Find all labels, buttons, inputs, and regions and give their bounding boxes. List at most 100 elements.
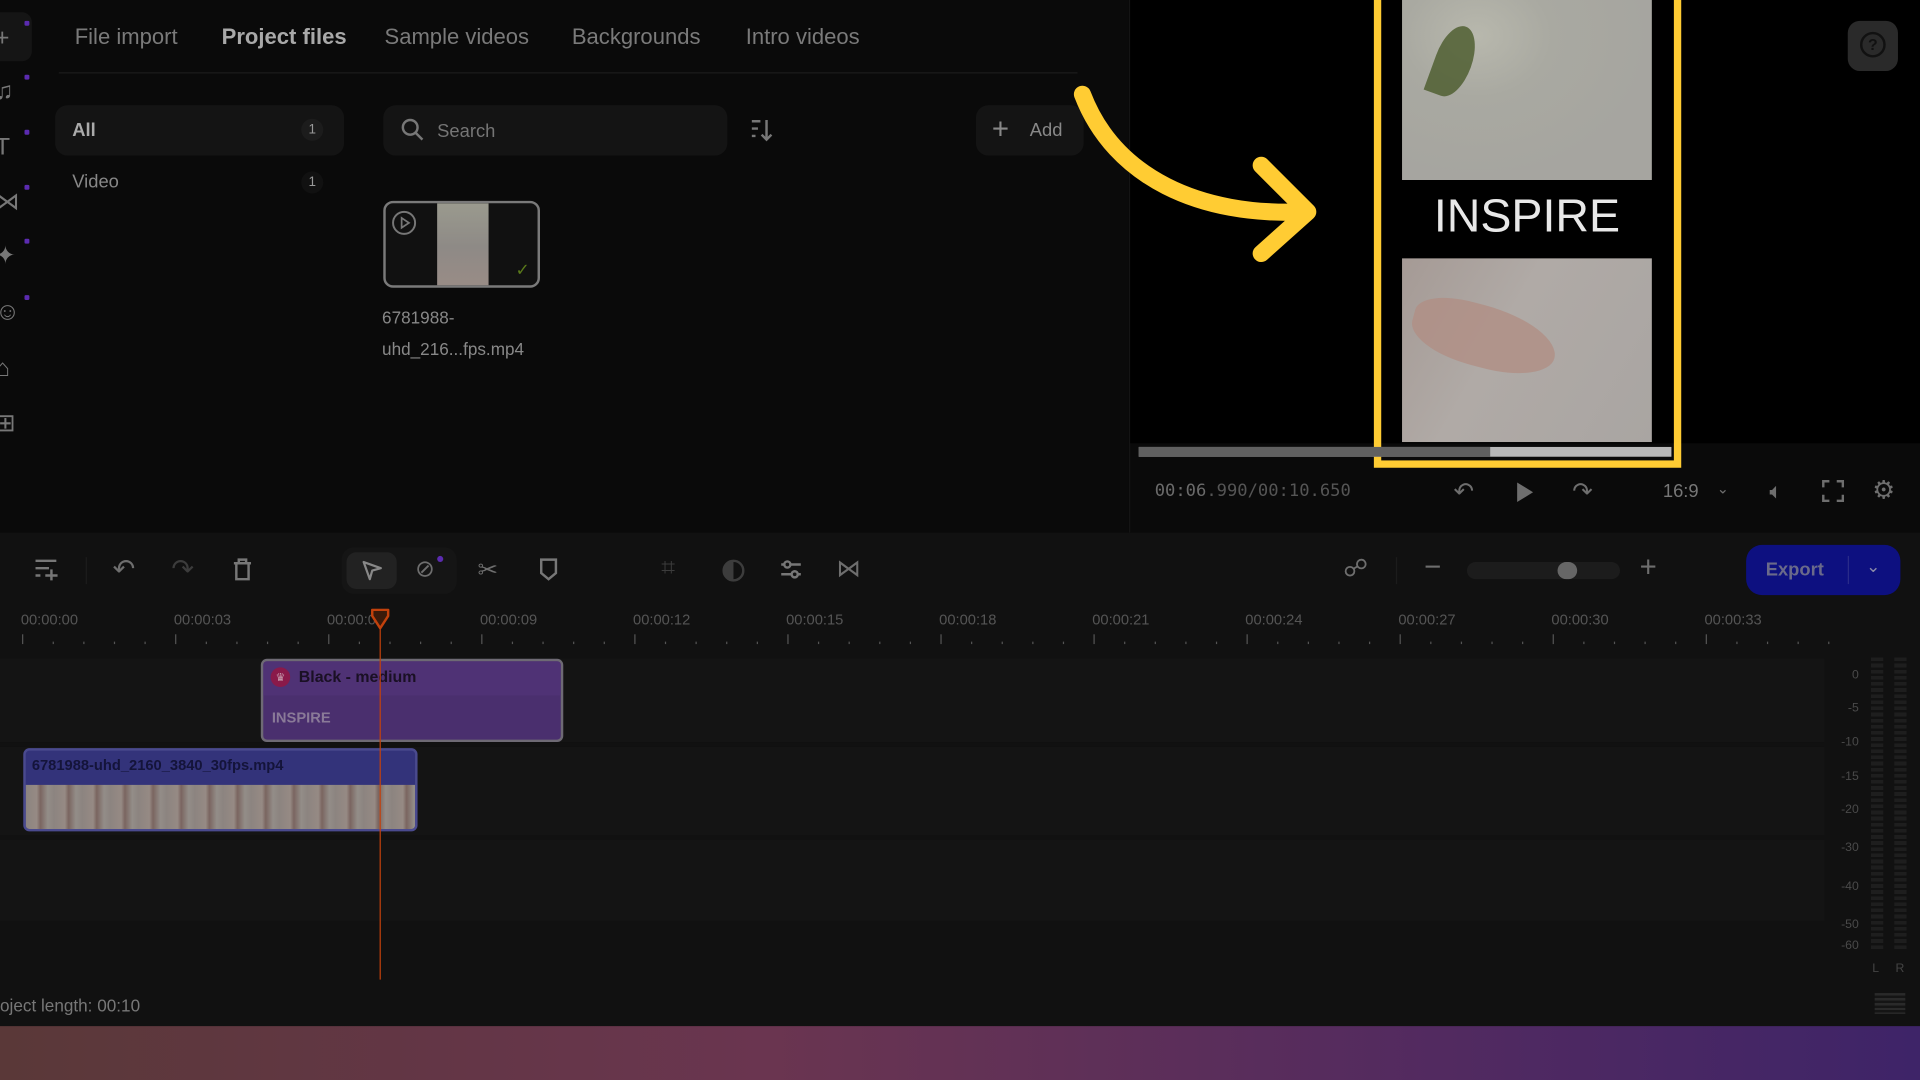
- toolbar-divider: [1395, 557, 1398, 585]
- video-editor: + ♫ T ⋈ ✦ ☺ ⌂ ⊞ File import Project file…: [0, 0, 1920, 1080]
- color-adjust-icon[interactable]: [721, 558, 745, 582]
- zoom-slider-thumb[interactable]: [1557, 562, 1578, 580]
- marker-icon[interactable]: [539, 557, 559, 581]
- media-thumbnail[interactable]: ✓: [383, 200, 541, 288]
- ruler-tick: [1154, 641, 1156, 645]
- ruler-tick: [971, 641, 973, 645]
- add-track-icon[interactable]: [34, 557, 58, 581]
- search-box[interactable]: [383, 105, 728, 156]
- chevron-down-icon[interactable]: ⌄: [1866, 556, 1880, 577]
- select-tool-button[interactable]: [346, 552, 397, 589]
- link-icon[interactable]: ☍: [1343, 553, 1368, 584]
- gear-icon[interactable]: ⚙: [1872, 475, 1895, 506]
- filename-line: uhd_216...fps.mp4: [382, 339, 525, 359]
- template-icon[interactable]: ⌂: [0, 354, 24, 383]
- duration: .990/00:10.650: [1206, 481, 1351, 501]
- ruler-tick: [389, 641, 391, 645]
- ruler-tick: [1766, 641, 1769, 645]
- ruler-tick: [175, 634, 177, 645]
- scissors-icon[interactable]: ✂: [478, 555, 499, 586]
- filter-video[interactable]: Video 1: [55, 167, 344, 199]
- forward-1s-icon[interactable]: ↷: [1572, 476, 1593, 507]
- ruler-tick: [113, 641, 116, 645]
- meter-label: -5: [1847, 701, 1859, 716]
- tab-intro-videos[interactable]: Intro videos: [746, 24, 860, 50]
- text-icon[interactable]: T: [0, 129, 30, 161]
- volume-icon[interactable]: 🔈︎: [1769, 479, 1782, 505]
- fullscreen-icon[interactable]: [1822, 480, 1845, 503]
- export-button[interactable]: Export ⌄: [1746, 544, 1901, 596]
- media-filename: 6781988- uhd_216...fps.mp4: [382, 301, 524, 365]
- sticker-icon[interactable]: ☺: [0, 295, 30, 327]
- sort-icon[interactable]: [749, 118, 773, 142]
- thumbnail-image: [437, 203, 489, 286]
- magnet-icon[interactable]: ⊘: [415, 556, 434, 584]
- ruler-tick: [817, 641, 820, 645]
- progress-fill: [1138, 446, 1491, 457]
- ruler-tick: [940, 634, 942, 645]
- transition-icon[interactable]: ⋈: [0, 184, 30, 216]
- ruler-tick: [1491, 641, 1493, 645]
- aspect-ratio-select[interactable]: 16:9: [1663, 481, 1699, 502]
- zoom-out-icon[interactable]: −: [1424, 551, 1441, 585]
- meter-left-label: L: [1872, 962, 1880, 976]
- toolbar-divider: [85, 557, 87, 585]
- meter-label: -50: [1841, 918, 1859, 932]
- filter-all[interactable]: All 1: [55, 105, 345, 156]
- preview-progress-bar[interactable]: [1138, 446, 1672, 457]
- plus-icon: +: [991, 112, 1009, 146]
- ruler-tick: [1522, 641, 1524, 645]
- text-clip[interactable]: ♛ Black - medium INSPIRE: [260, 658, 564, 743]
- highlight-box: [1373, 0, 1682, 468]
- ruler-tick: [664, 641, 667, 645]
- play-circle-icon[interactable]: [391, 209, 418, 236]
- music-icon[interactable]: ♫: [0, 74, 30, 106]
- help-button[interactable]: ?: [1847, 20, 1898, 72]
- tab-sample-videos[interactable]: Sample videos: [384, 24, 529, 50]
- ruler-label: 00:00:27: [1398, 611, 1456, 629]
- ruler-tick: [1644, 641, 1646, 645]
- ruler-label: 00:00:09: [480, 611, 538, 629]
- playhead-handle[interactable]: [370, 608, 391, 631]
- rewind-1s-icon[interactable]: ↶: [1453, 476, 1474, 507]
- tab-file-import[interactable]: File import: [75, 24, 178, 50]
- tool-mode-group: ⊘: [341, 547, 457, 594]
- ruler-tick: [205, 641, 207, 645]
- adjust-sliders-icon[interactable]: [780, 558, 802, 580]
- ruler-tick: [879, 641, 881, 645]
- premium-crown-icon: ♛: [270, 667, 291, 687]
- new-dot: [437, 555, 444, 563]
- video-clip[interactable]: 6781988-uhd_2160_3840_30fps.mp4: [23, 748, 418, 832]
- ruler-label: 00:00:03: [173, 611, 232, 629]
- effects-icon[interactable]: ✦: [0, 238, 30, 270]
- undo-icon[interactable]: ↶: [113, 553, 136, 585]
- ruler-tick: [266, 641, 269, 645]
- crop-icon[interactable]: ⌗: [661, 555, 675, 583]
- time-display: 00:06.990/00:10.650: [1155, 481, 1351, 501]
- transition-icon[interactable]: ⋈: [836, 553, 860, 584]
- meter-toggle-icon[interactable]: [1874, 993, 1906, 1014]
- delete-icon[interactable]: [231, 557, 253, 581]
- plus-icon[interactable]: +: [0, 20, 30, 52]
- ruler-tick: [1338, 641, 1340, 645]
- playhead-line[interactable]: [379, 624, 381, 980]
- chevron-down-icon[interactable]: ⌄: [1717, 480, 1729, 497]
- ruler-tick: [1797, 641, 1799, 645]
- play-icon[interactable]: [1515, 481, 1535, 503]
- left-rail: + ♫ T ⋈ ✦ ☺ ⌂ ⊞: [0, 0, 34, 533]
- filter-count: 1: [301, 118, 324, 141]
- search-input[interactable]: [437, 117, 707, 145]
- redo-icon[interactable]: ↷: [171, 553, 194, 585]
- meter-label: -20: [1841, 803, 1859, 817]
- tab-project-files[interactable]: Project files: [222, 24, 347, 50]
- ruler-tick: [1215, 641, 1218, 645]
- tab-backgrounds[interactable]: Backgrounds: [572, 24, 701, 50]
- export-divider: [1847, 555, 1849, 585]
- filter-count: 1: [301, 171, 324, 194]
- apps-icon[interactable]: ⊞: [0, 409, 24, 438]
- ruler-tick: [1277, 641, 1279, 645]
- meter-label: -30: [1841, 841, 1859, 855]
- cursor-icon: [362, 560, 382, 581]
- zoom-in-icon[interactable]: +: [1640, 551, 1657, 585]
- zoom-slider[interactable]: [1466, 562, 1621, 580]
